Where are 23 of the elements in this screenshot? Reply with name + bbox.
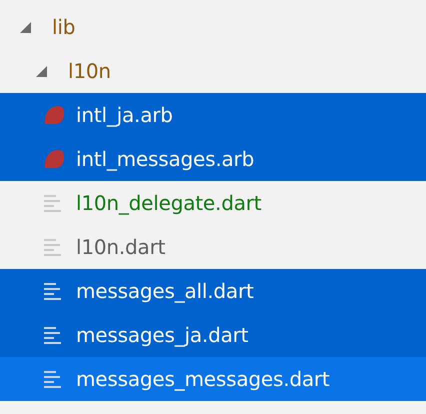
folder-name: lib <box>52 15 76 39</box>
file-name: messages_all.dart <box>76 279 254 303</box>
selected-tree-row[interactable]: messages_ja.dart <box>0 313 426 357</box>
selected-tree-row[interactable]: messages_messages.dart <box>0 357 426 401</box>
leaf-icon <box>44 105 64 125</box>
selected-tree-row[interactable]: intl_ja.arb <box>0 93 426 137</box>
file-name: l10n.dart <box>76 235 166 259</box>
expanded-triangle-icon[interactable] <box>36 66 47 76</box>
text-file-icon <box>44 238 62 256</box>
text-file-icon <box>44 370 62 388</box>
text-file-icon <box>44 282 62 300</box>
leaf-icon <box>44 149 64 169</box>
text-file-icon <box>44 326 62 344</box>
file-name: l10n_delegate.dart <box>76 191 262 215</box>
file-name: messages_ja.dart <box>76 323 248 347</box>
folder-name: l10n <box>68 59 111 83</box>
file-name: messages_messages.dart <box>76 367 330 391</box>
text-file-icon <box>44 194 62 212</box>
selected-tree-row[interactable]: messages_all.dart <box>0 269 426 313</box>
selected-tree-row[interactable]: intl_messages.arb <box>0 137 426 181</box>
file-name: intl_messages.arb <box>76 147 254 171</box>
file-name: intl_ja.arb <box>76 103 173 127</box>
expanded-triangle-icon[interactable] <box>20 22 31 32</box>
